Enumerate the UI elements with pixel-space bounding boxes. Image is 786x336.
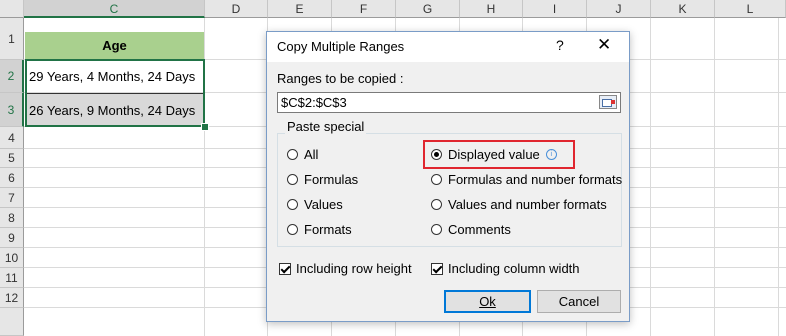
option-comments[interactable]: Comments	[431, 222, 511, 237]
corner-spacer	[0, 0, 24, 18]
row-header-1[interactable]: 1	[0, 18, 24, 60]
option-label: Formulas	[304, 172, 359, 187]
ranges-input[interactable]: $C$2:$C$3	[277, 92, 621, 113]
cancel-label: Cancel	[558, 294, 600, 309]
row-header-7[interactable]: 7	[0, 188, 24, 208]
fill-handle[interactable]	[201, 123, 209, 131]
column-header-f[interactable]: F	[332, 0, 396, 18]
option-label: Comments	[448, 222, 511, 237]
including-row-height-checkbox[interactable]: Including row height	[279, 261, 412, 276]
paste-special-label: Paste special	[285, 119, 367, 134]
checkbox-checked-icon	[279, 262, 291, 275]
column-header-i[interactable]: I	[523, 0, 587, 18]
option-label: Formats	[304, 222, 352, 237]
row-header-5[interactable]: 5	[0, 149, 24, 168]
column-header-h[interactable]: H	[460, 0, 523, 18]
ranges-label: Ranges to be copied :	[277, 71, 404, 86]
grid-line	[714, 18, 715, 336]
column-header-g[interactable]: G	[396, 0, 460, 18]
radio-icon	[287, 149, 298, 160]
column-header-j[interactable]: J	[587, 0, 651, 18]
row-header-3[interactable]: 3	[0, 93, 24, 127]
highlight-box	[423, 140, 575, 169]
option-values[interactable]: Values	[287, 197, 343, 212]
option-label: Values and number formats	[448, 197, 607, 212]
option-formulas[interactable]: Formulas	[287, 172, 358, 187]
option-values-and-number-formats[interactable]: Values and number formats	[431, 197, 607, 212]
cell-border	[27, 93, 203, 94]
row-header-10[interactable]: 10	[0, 248, 24, 268]
ranges-value: $C$2:$C$3	[281, 95, 347, 110]
copy-multiple-ranges-dialog: Copy Multiple Ranges ? ✕ Ranges to be co…	[266, 31, 630, 322]
dialog-title: Copy Multiple Ranges	[277, 39, 405, 54]
checkbox-checked-icon	[431, 262, 443, 275]
cell-c3[interactable]: 26 Years, 9 Months, 24 Days	[25, 94, 204, 126]
row-header-8[interactable]: 8	[0, 208, 24, 228]
option-label: Values	[304, 197, 343, 212]
ok-button[interactable]: Ok	[444, 290, 531, 313]
checkbox-label: Including column width	[448, 261, 580, 276]
option-formats[interactable]: Formats	[287, 222, 352, 237]
option-label: Formulas and number formats	[448, 172, 623, 187]
row-header-12[interactable]: 12	[0, 288, 24, 308]
row-header-13[interactable]	[0, 308, 24, 336]
column-header-e[interactable]: E	[268, 0, 332, 18]
grid-line	[204, 18, 205, 336]
row-header-4[interactable]: 4	[0, 127, 24, 149]
grid-line	[650, 18, 651, 336]
column-header-c[interactable]: C	[24, 0, 205, 18]
column-header-l[interactable]: L	[715, 0, 786, 18]
option-formulas-and-number-formats[interactable]: Formulas and number formats	[431, 172, 622, 187]
row-header-11[interactable]: 11	[0, 268, 24, 288]
cell-c1[interactable]: Age	[25, 32, 204, 59]
radio-icon	[431, 224, 442, 235]
help-icon[interactable]: ?	[556, 37, 564, 53]
row-header-2[interactable]: 2	[0, 60, 24, 93]
radio-icon	[287, 174, 298, 185]
column-header-k[interactable]: K	[651, 0, 715, 18]
close-icon[interactable]: ✕	[597, 35, 611, 55]
checkbox-label: Including row height	[296, 261, 412, 276]
option-label: All	[304, 147, 319, 162]
radio-icon	[431, 199, 442, 210]
radio-icon	[431, 174, 442, 185]
cancel-button[interactable]: Cancel	[537, 290, 621, 313]
including-column-width-checkbox[interactable]: Including column width	[431, 261, 580, 276]
cell-c2[interactable]: 29 Years, 4 Months, 24 Days	[25, 60, 204, 92]
row-header-6[interactable]: 6	[0, 168, 24, 188]
dialog-titlebar[interactable]: Copy Multiple Ranges ? ✕	[267, 32, 629, 62]
range-select-icon[interactable]	[599, 95, 617, 109]
option-all[interactable]: All	[287, 147, 318, 162]
radio-icon	[287, 199, 298, 210]
row-header-9[interactable]: 9	[0, 228, 24, 248]
grid-line	[778, 18, 779, 336]
column-header-d[interactable]: D	[205, 0, 268, 18]
radio-icon	[287, 224, 298, 235]
ok-label: Ok	[479, 294, 496, 309]
